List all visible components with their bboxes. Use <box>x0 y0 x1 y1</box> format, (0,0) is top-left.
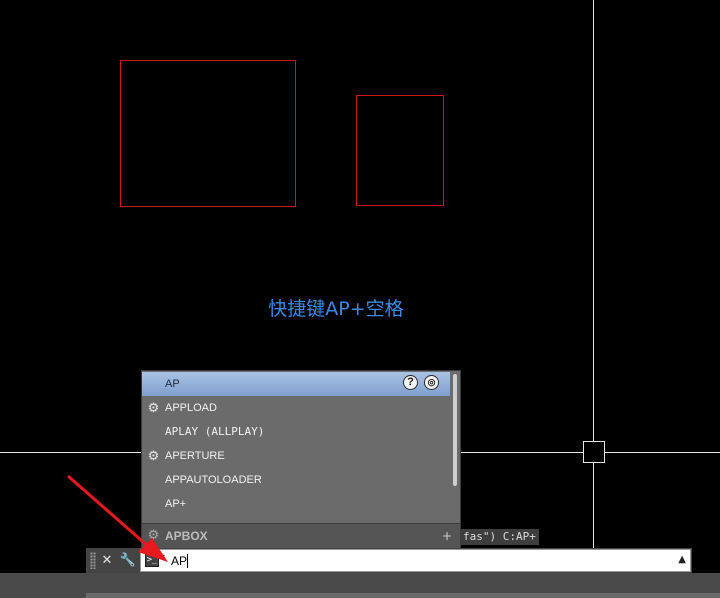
gear-icon: ⚙ <box>147 528 160 543</box>
status-bar <box>0 573 720 598</box>
autocomplete-list[interactable]: AP ? ◎ ⚙ APPLOAD APLAY (ALLPLAY) ⚙ APERT… <box>141 370 461 548</box>
gear-icon: ⚙ <box>147 448 160 463</box>
command-line-bar[interactable]: ✕ 🔧 >_ ▾ ▲ <box>86 548 692 573</box>
command-input[interactable] <box>171 552 651 569</box>
drag-grip-icon[interactable] <box>90 552 96 569</box>
rectangle-large[interactable] <box>120 60 296 207</box>
status-bar-strip <box>86 593 720 598</box>
app-load-icon: ⚙ <box>147 400 160 415</box>
crosshair-vertical <box>593 0 594 548</box>
expand-icon[interactable]: + <box>442 524 452 548</box>
annotation-text: 快捷键AP+空格 <box>268 298 404 320</box>
internet-search-icon[interactable]: ◎ <box>424 375 439 390</box>
scroll-thumb[interactable] <box>453 374 457 486</box>
autocomplete-item-ap[interactable]: AP ? ◎ <box>142 372 450 396</box>
text-cursor <box>187 554 188 568</box>
autocomplete-item-appautoloader[interactable]: APPAUTOLOADER <box>142 468 450 492</box>
autocomplete-item-appload[interactable]: ⚙ APPLOAD <box>142 396 450 420</box>
autocomplete-item-aplay[interactable]: APLAY (ALLPLAY) <box>142 420 450 444</box>
autocomplete-item-aperture[interactable]: ⚙ APERTURE <box>142 444 450 468</box>
wrench-icon[interactable]: 🔧 <box>119 551 137 570</box>
question-icon[interactable]: ? <box>403 375 418 390</box>
command-history-text: fas") C:AP+ <box>460 529 539 545</box>
rectangle-small[interactable] <box>356 95 444 206</box>
autocomplete-item-ap-plus[interactable]: AP+ <box>142 492 450 516</box>
chevron-down-icon[interactable]: ▾ <box>161 552 165 561</box>
command-input-box[interactable]: >_ ▾ ▲ <box>140 549 691 572</box>
history-arrow-icon[interactable]: ▲ <box>678 554 686 565</box>
command-prompt-icon[interactable]: >_ <box>145 553 159 567</box>
cursor-pickbox <box>583 441 605 463</box>
autocomplete-item-apbox[interactable]: ⚙ APBOX + <box>142 523 460 548</box>
close-icon[interactable]: ✕ <box>98 551 116 570</box>
autocomplete-scrollbar[interactable] <box>450 372 460 522</box>
